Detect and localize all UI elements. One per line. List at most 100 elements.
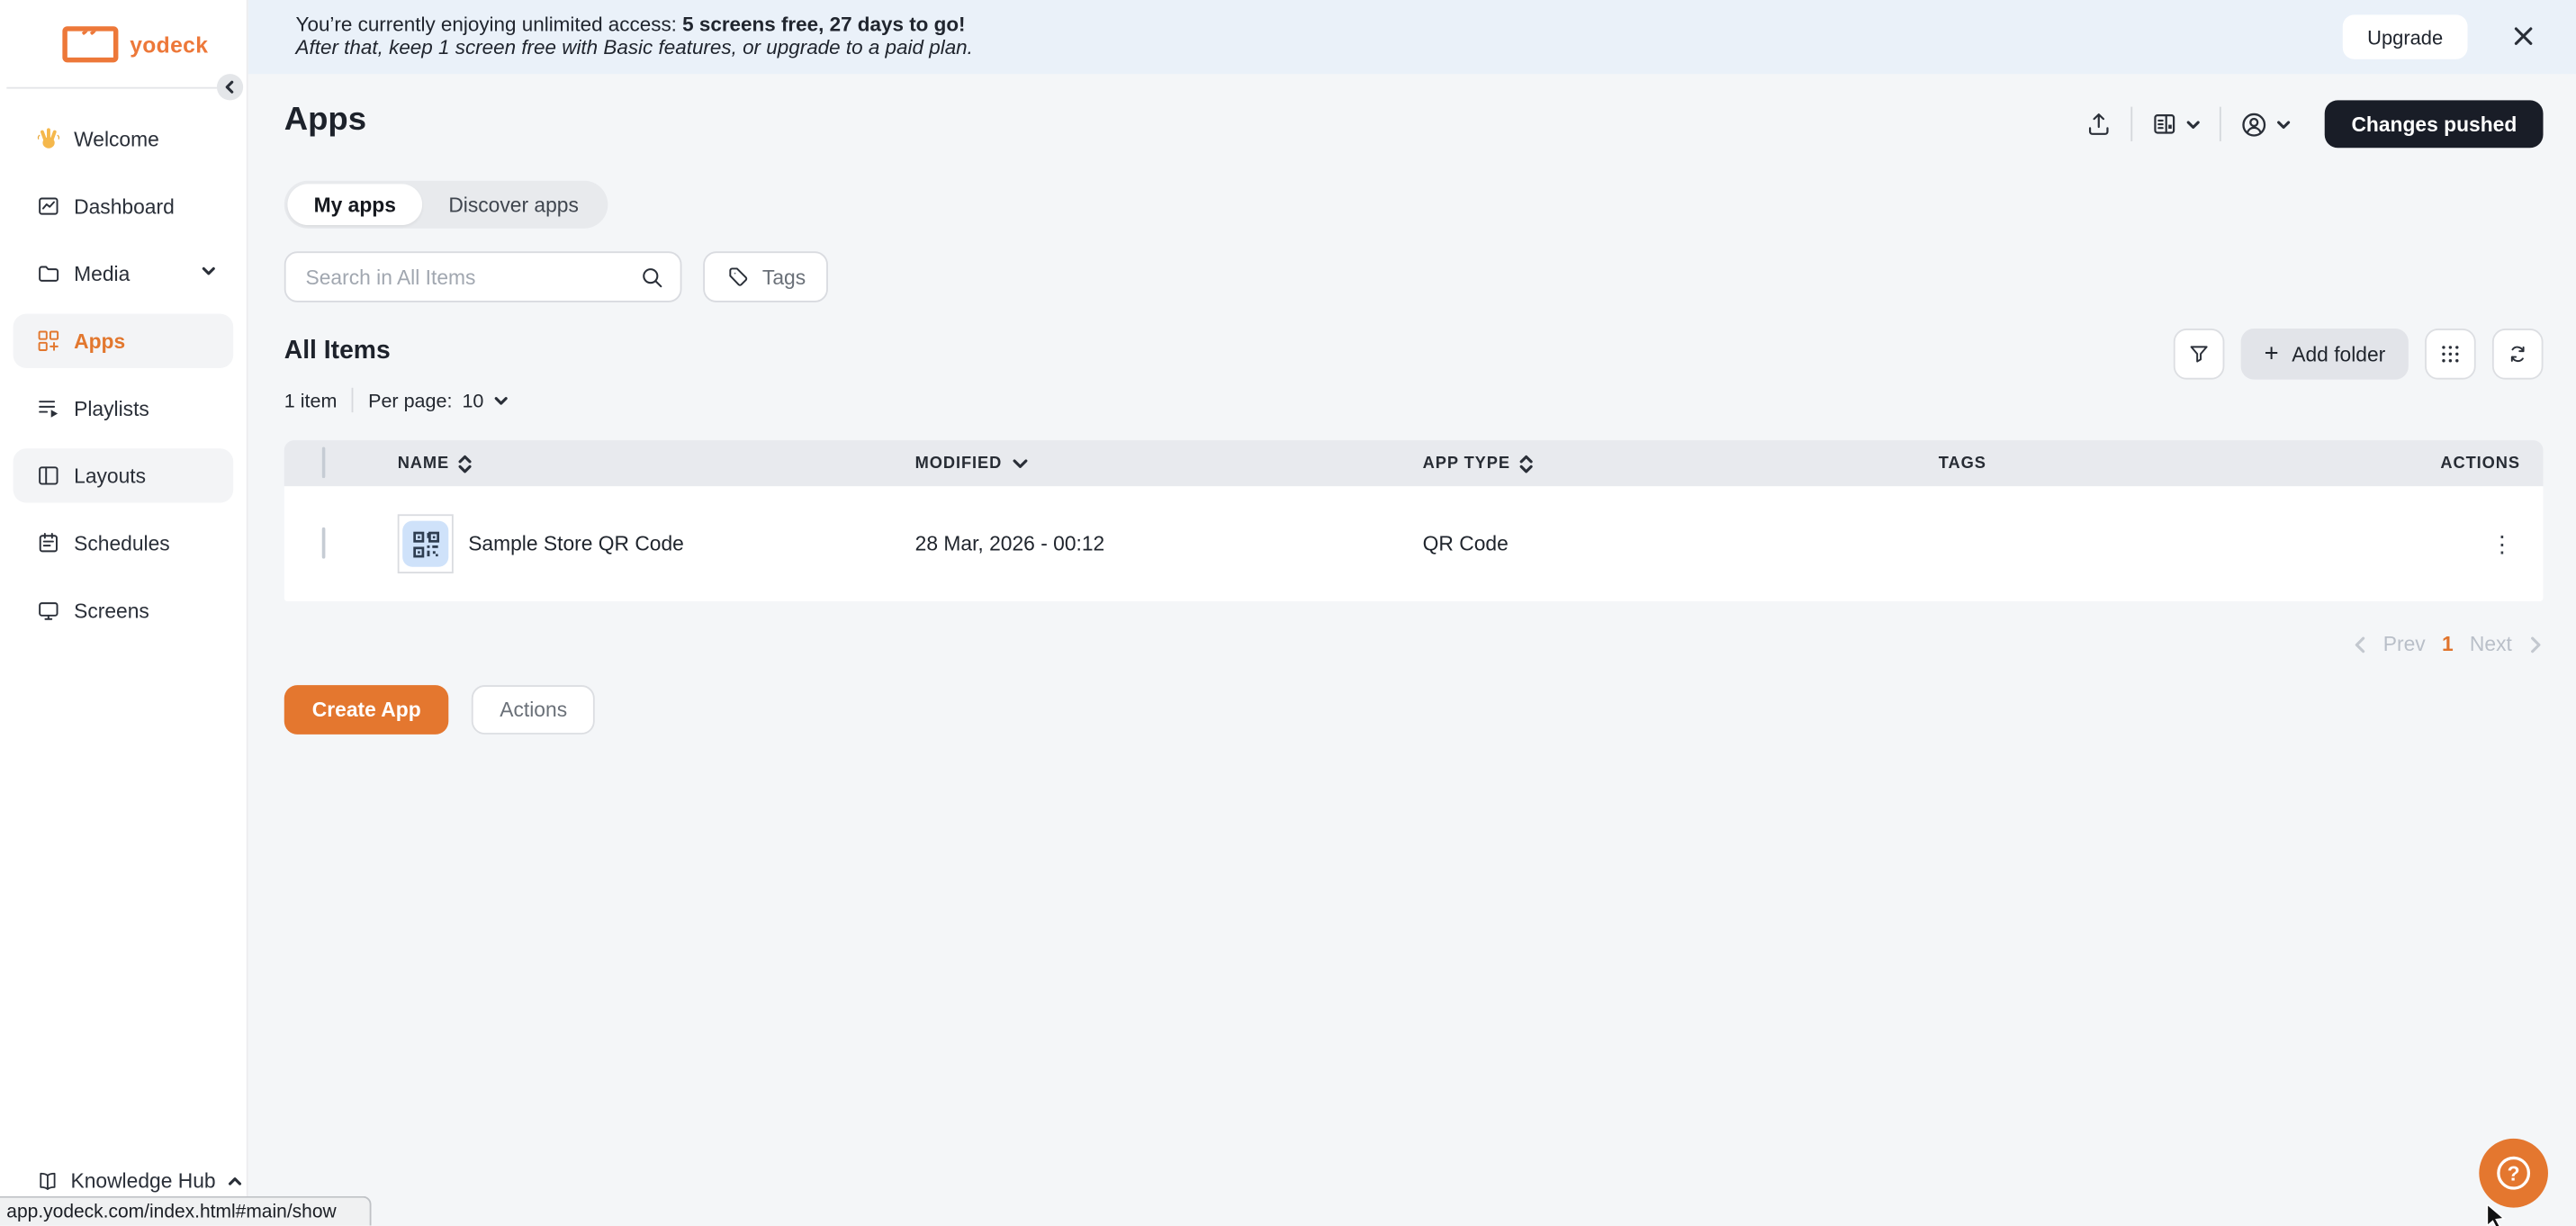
column-header-actions: ACTIONS xyxy=(2421,455,2520,473)
help-button[interactable]: ? xyxy=(2479,1139,2548,1208)
funnel-icon xyxy=(2187,342,2211,366)
grid-view-button[interactable] xyxy=(2425,329,2476,380)
list-meta: 1 item Per page: 10 xyxy=(284,388,510,412)
sort-desc-icon xyxy=(1012,457,1028,469)
chevron-down-icon xyxy=(2185,116,2202,132)
column-header-app-type[interactable]: APP TYPE xyxy=(1423,455,1939,473)
pagination: Prev 1 Next xyxy=(2352,633,2543,656)
sidebar-item-welcome[interactable]: Welcome xyxy=(14,112,234,166)
changes-pushed-button[interactable]: Changes pushed xyxy=(2325,100,2543,148)
column-header-name[interactable]: NAME xyxy=(398,455,915,473)
search-input[interactable] xyxy=(286,266,615,289)
account-menu[interactable] xyxy=(2221,109,2310,139)
tag-icon xyxy=(726,265,751,289)
trial-banner-text: You’re currently enjoying unlimited acce… xyxy=(296,14,973,59)
sidebar-nav: Welcome Dashboard Media xyxy=(14,112,234,651)
tags-label: Tags xyxy=(762,266,806,289)
upgrade-button[interactable]: Upgrade xyxy=(2343,14,2468,59)
chevron-down-icon xyxy=(2275,116,2292,132)
per-page-select[interactable]: Per page: 10 xyxy=(368,389,510,412)
grid-dots-icon xyxy=(2438,342,2463,366)
sidebar-item-label: Dashboard xyxy=(74,194,175,218)
current-page[interactable]: 1 xyxy=(2442,633,2454,656)
app-thumbnail xyxy=(398,514,454,573)
trial-banner: You’re currently enjoying unlimited acce… xyxy=(248,0,2576,74)
columns-icon xyxy=(2151,110,2179,138)
folder-icon xyxy=(36,261,60,285)
sidebar-item-schedules[interactable]: Schedules xyxy=(14,516,234,570)
filter-button[interactable] xyxy=(2174,329,2225,380)
sidebar-item-screens[interactable]: Screens xyxy=(14,583,234,637)
sidebar-collapse-button[interactable] xyxy=(217,74,243,100)
playlist-icon xyxy=(36,396,60,420)
status-url: app.yodeck.com/index.html#main/show xyxy=(6,1202,336,1221)
item-count: 1 item xyxy=(284,389,338,412)
actions-button[interactable]: Actions xyxy=(472,685,595,735)
sidebar-item-label: Screens xyxy=(74,599,149,622)
chevron-down-icon xyxy=(493,392,509,408)
apps-table: NAME MODIFIED APP TYPE xyxy=(284,440,2544,601)
sidebar-item-media[interactable]: Media xyxy=(14,247,234,301)
modified-cell: 28 Mar, 2026 - 00:12 xyxy=(915,532,1423,555)
sidebar-item-playlists[interactable]: Playlists xyxy=(14,381,234,435)
tab-discover-apps[interactable]: Discover apps xyxy=(422,184,605,225)
yodeck-logo-icon: ” xyxy=(62,26,118,62)
calendar-icon xyxy=(36,531,60,555)
next-button[interactable]: Next xyxy=(2470,633,2512,656)
qr-code-icon xyxy=(410,528,441,560)
sidebar-item-label: Schedules xyxy=(74,531,170,554)
sidebar-item-apps[interactable]: Apps xyxy=(14,314,234,368)
refresh-button[interactable] xyxy=(2492,329,2544,380)
close-icon[interactable] xyxy=(2514,26,2534,46)
list-controls: + Add folder xyxy=(2174,329,2543,380)
sidebar-item-label: Media xyxy=(74,262,130,285)
tab-my-apps[interactable]: My apps xyxy=(287,184,422,225)
search-row: Tags xyxy=(284,251,829,302)
select-all-checkbox[interactable] xyxy=(322,446,326,478)
upload-icon[interactable] xyxy=(2067,110,2131,138)
table-header-row: NAME MODIFIED APP TYPE xyxy=(284,440,2544,486)
table-row[interactable]: Sample Store QR Code 28 Mar, 2026 - 00:1… xyxy=(284,486,2544,601)
header-actions: Changes pushed xyxy=(2067,100,2544,148)
list-title: All Items xyxy=(284,337,391,366)
monitor-icon xyxy=(36,598,60,622)
divider xyxy=(352,388,354,412)
app-viewport: ” yodeck xyxy=(0,0,2576,1226)
apps-grid-icon xyxy=(36,329,60,353)
app-name: Sample Store QR Code xyxy=(468,532,684,555)
book-icon xyxy=(36,1170,59,1194)
add-folder-button[interactable]: + Add folder xyxy=(2241,329,2409,380)
knowledge-hub-button[interactable]: Knowledge Hub xyxy=(36,1170,243,1194)
mouse-cursor xyxy=(2486,1204,2509,1226)
user-icon xyxy=(2239,109,2269,139)
sidebar-divider xyxy=(6,87,233,89)
prev-button[interactable]: Prev xyxy=(2383,633,2426,656)
column-header-modified[interactable]: MODIFIED xyxy=(915,455,1423,473)
page-title: Apps xyxy=(284,102,366,140)
sidebar-item-layouts[interactable]: Layouts xyxy=(14,448,234,502)
layouts-icon xyxy=(36,464,60,488)
chevron-up-icon xyxy=(227,1173,243,1189)
sidebar-item-dashboard[interactable]: Dashboard xyxy=(14,179,234,233)
sidebar-item-label: Welcome xyxy=(74,127,159,150)
sidebar: ” yodeck xyxy=(0,0,248,1226)
kebab-menu-icon[interactable]: ⋮ xyxy=(2490,532,2514,555)
footer-buttons: Create App Actions xyxy=(284,685,595,735)
chevron-right-icon[interactable] xyxy=(2528,635,2543,653)
svg-text:?: ? xyxy=(2508,1161,2520,1185)
browser-status-bar: app.yodeck.com/index.html#main/show xyxy=(0,1196,372,1226)
row-actions-menu[interactable]: ⋮ xyxy=(2421,532,2520,555)
sort-icon xyxy=(459,455,473,473)
create-app-button[interactable]: Create App xyxy=(284,685,449,735)
row-checkbox[interactable] xyxy=(322,527,326,559)
sidebar-item-label: Playlists xyxy=(74,397,149,420)
chevron-left-icon[interactable] xyxy=(2352,635,2366,653)
sidebar-item-label: Layouts xyxy=(74,464,146,488)
tags-button[interactable]: Tags xyxy=(703,251,828,302)
view-options-menu[interactable] xyxy=(2133,110,2220,138)
app-name-cell[interactable]: Sample Store QR Code xyxy=(398,514,915,573)
dashboard-icon xyxy=(36,194,60,218)
search-icon[interactable] xyxy=(639,265,665,291)
search-box xyxy=(284,251,682,302)
yodeck-logo[interactable]: ” yodeck xyxy=(62,26,208,62)
